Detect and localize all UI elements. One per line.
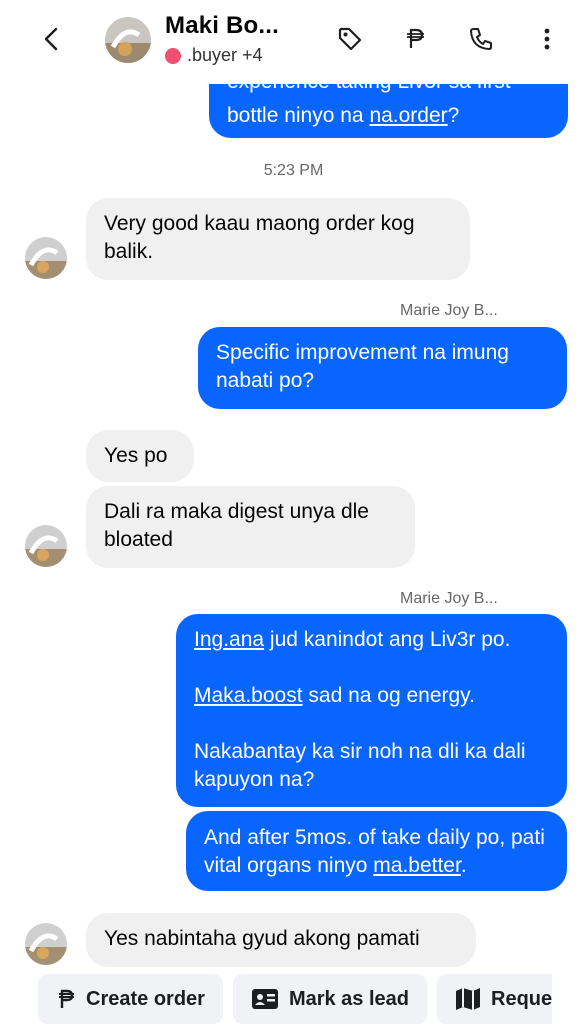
sender-name: Marie Joy B... xyxy=(400,590,498,607)
message-link[interactable]: Ing.ana xyxy=(194,628,264,651)
peso-icon xyxy=(407,28,424,48)
request-button[interactable]: Reque xyxy=(437,974,553,1024)
message-text: . xyxy=(460,854,467,877)
chat-header: Maki Bo... .buyer +4 xyxy=(0,0,587,84)
message-text: sad na og energy. xyxy=(302,684,475,707)
timestamp: 5:23 PM xyxy=(263,162,324,179)
message-outgoing[interactable]: Specific improvement na imung nabati po? xyxy=(198,327,567,409)
phone-icon xyxy=(470,28,492,50)
contact-card-icon xyxy=(251,989,278,1009)
mark-as-lead-label: Mark as lead xyxy=(288,987,410,1010)
quick-actions-bar: Create order Mark as lead Reque xyxy=(0,974,587,1024)
message-text: jud kanindot ang Liv3r po. xyxy=(264,628,511,651)
contact-label-text: .buyer +4 xyxy=(187,45,263,65)
message-text: bottle ninyo na xyxy=(227,104,370,127)
contact-name[interactable]: Maki Bo... xyxy=(165,12,279,40)
sender-avatar xyxy=(25,525,67,567)
message-outgoing[interactable]: And after 5mos. of take daily po, pati v… xyxy=(186,811,567,891)
message-outgoing[interactable]: Ing.ana jud kanindot ang Liv3r po. Maka.… xyxy=(176,614,567,807)
message-text: ? xyxy=(447,104,460,127)
message-thread: experience taking Liv3r sa first bottle … xyxy=(0,0,587,1024)
map-icon xyxy=(456,988,481,1010)
sender-avatar xyxy=(25,923,67,965)
tag-icon xyxy=(338,27,362,51)
mark-as-lead-button[interactable]: Mark as lead xyxy=(232,974,428,1024)
message-incoming[interactable]: Dali ra maka digest unya dle bloated xyxy=(86,486,415,568)
status-dot xyxy=(165,47,181,64)
sender-avatar xyxy=(25,237,67,279)
contact-subtitle: .buyer +4 xyxy=(165,45,263,66)
more-options-button[interactable] xyxy=(530,22,564,56)
message-text: Nakabantay ka sir noh na dli ka dali kap… xyxy=(194,740,526,791)
create-order-button[interactable]: Create order xyxy=(38,974,223,1024)
message-link[interactable]: Maka.boost xyxy=(194,684,303,707)
chevron-left-icon xyxy=(44,27,58,51)
sender-name: Marie Joy B... xyxy=(400,302,498,319)
peso-icon xyxy=(59,989,74,1008)
message-incoming[interactable]: Yes po xyxy=(86,430,194,482)
payment-button[interactable] xyxy=(398,22,432,56)
call-button[interactable] xyxy=(464,22,498,56)
back-button[interactable] xyxy=(36,22,66,56)
more-vertical-icon xyxy=(544,28,550,50)
request-label: Reque xyxy=(491,987,553,1010)
message-link[interactable]: na.order xyxy=(369,104,447,127)
create-order-label: Create order xyxy=(86,987,205,1010)
label-button[interactable] xyxy=(333,22,367,56)
contact-avatar[interactable] xyxy=(105,17,151,63)
message-incoming[interactable]: Very good kaau maong order kog balik. xyxy=(86,198,470,280)
message-incoming[interactable]: Yes nabintaha gyud akong pamati xyxy=(86,913,476,967)
message-link[interactable]: ma.better xyxy=(373,854,461,877)
